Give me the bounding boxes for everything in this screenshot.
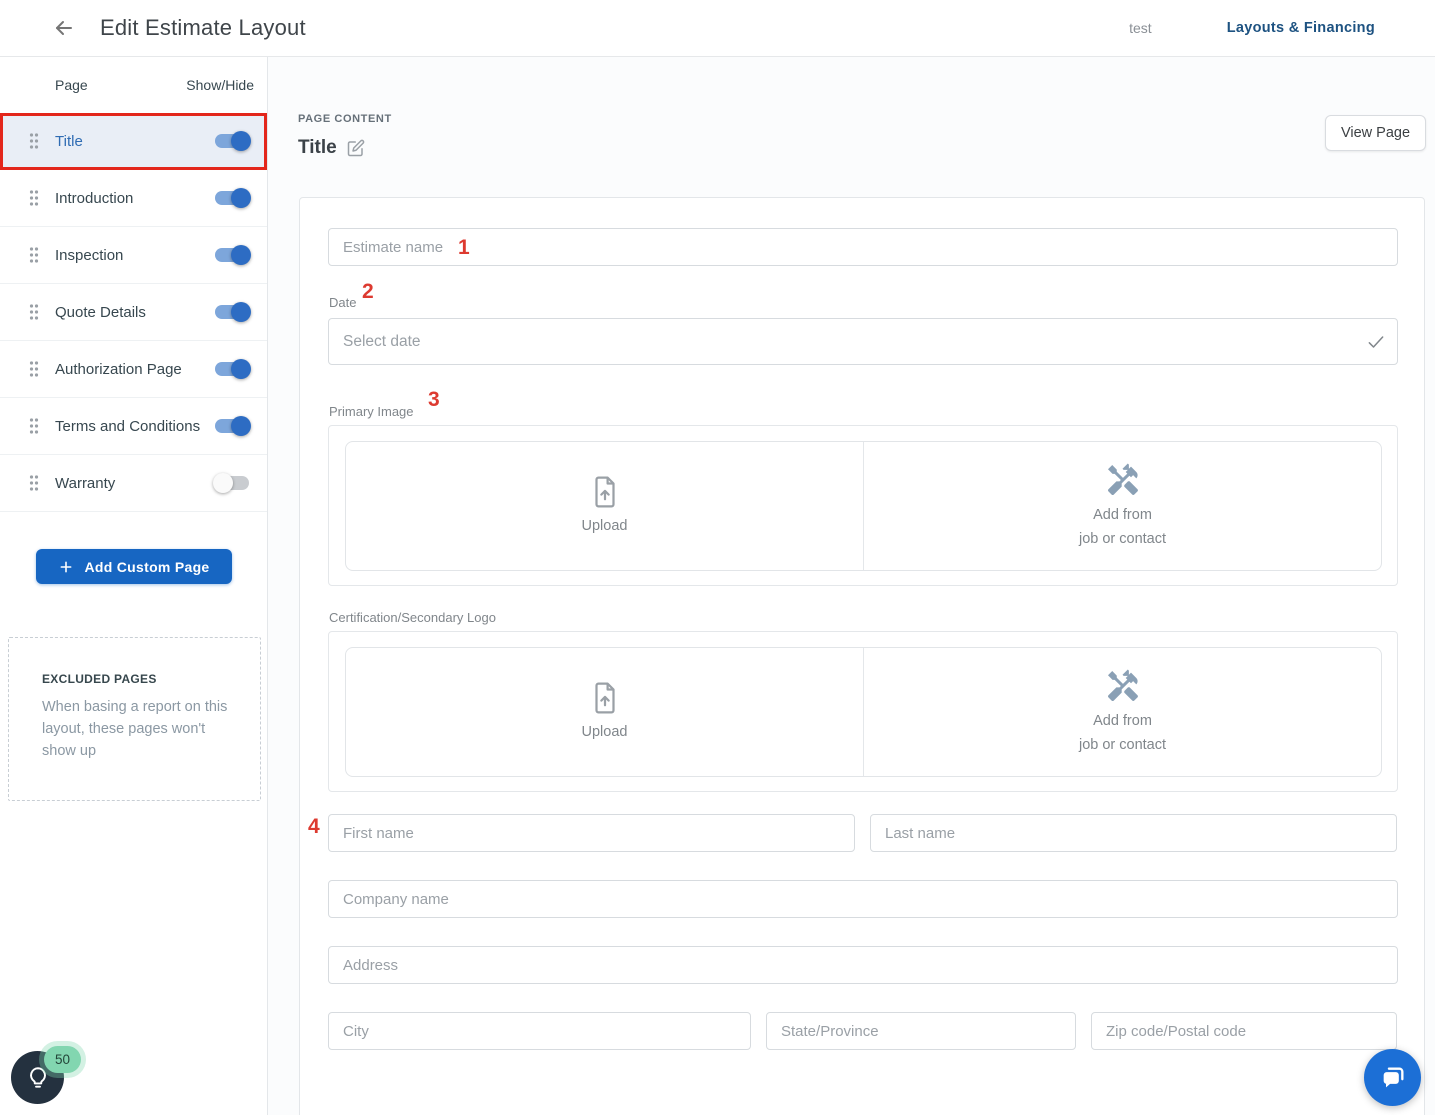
sidebar-item-label: Terms and Conditions [55,418,200,435]
drag-handle-icon[interactable] [28,417,40,435]
sidebar-item-label: Introduction [55,190,133,207]
sidebar-item-warranty[interactable]: Warranty [0,455,267,512]
upload-label: Upload [582,514,628,538]
topbar: Edit Estimate Layout test Layouts & Fina… [0,0,1435,57]
state-province-input[interactable] [766,1012,1076,1050]
sidebar-item-label: Title [55,133,83,150]
show-hide-toggle[interactable] [215,248,249,262]
sidebar-item-quote-details[interactable]: Quote Details [0,284,267,341]
drag-handle-icon[interactable] [28,474,40,492]
secondary-upload-button[interactable]: Upload [346,648,864,776]
tips-count: 50 [55,1052,70,1067]
sidebar-item-introduction[interactable]: Introduction [0,170,267,227]
window-title: Edit Estimate Layout [100,15,306,41]
drag-handle-icon[interactable] [28,246,40,264]
back-arrow-icon[interactable] [50,14,78,42]
sidebar-item-label: Inspection [55,247,123,264]
add-custom-page-label: Add Custom Page [84,559,209,575]
page-content-card: 1 Date 2 Primary Image 3 Upload Add from [299,197,1425,1115]
zip-code-input[interactable] [1091,1012,1397,1050]
sidebar-item-label: Quote Details [55,304,146,321]
toggle-knob [231,416,251,436]
add-from-label-line2: job or contact [1079,527,1166,551]
tips-count-badge: 50 [44,1046,81,1073]
add-from-label-line1: Add from [1079,503,1166,527]
sidebar-item-title[interactable]: Title [0,113,267,170]
toggle-knob [231,131,251,151]
annotation-2: 2 [362,280,374,304]
sidebar-item-inspection[interactable]: Inspection [0,227,267,284]
primary-add-from-job-button[interactable]: Add from job or contact [864,442,1381,570]
show-hide-toggle[interactable] [215,305,249,319]
drag-handle-icon[interactable] [28,303,40,321]
primary-upload-button[interactable]: Upload [346,442,864,570]
estimate-name-input[interactable] [328,228,1398,266]
column-showhide-label: Show/Hide [186,77,254,93]
last-name-input[interactable] [870,814,1397,852]
primary-image-label: Primary Image [329,404,414,419]
primary-image-box: Upload Add from job or contact [328,425,1398,586]
toggle-knob [213,473,233,493]
address-input[interactable] [328,946,1398,984]
excluded-pages-dropzone: EXCLUDED PAGES When basing a report on t… [8,637,261,801]
topbar-right: test Layouts & Financing [1129,20,1375,36]
sidebar-item-label: Warranty [55,475,115,492]
layouts-financing-link[interactable]: Layouts & Financing [1227,20,1375,36]
sidebar-item-terms-and-conditions[interactable]: Terms and Conditions [0,398,267,455]
chat-launcher-button[interactable] [1364,1049,1421,1106]
sidebar-header: Page Show/Hide [0,57,267,113]
company-name-input[interactable] [328,880,1398,918]
secondary-add-from-job-button[interactable]: Add from job or contact [864,648,1381,776]
page-name-heading: Title [298,137,337,159]
secondary-logo-label: Certification/Secondary Logo [329,610,496,625]
add-from-label-line2: job or contact [1079,733,1166,757]
drag-handle-icon[interactable] [28,189,40,207]
upload-label: Upload [582,720,628,744]
show-hide-toggle[interactable] [215,134,249,148]
excluded-pages-description: When basing a report on this layout, the… [42,696,238,762]
column-page-label: Page [55,77,88,93]
date-input[interactable] [328,318,1398,365]
show-hide-toggle[interactable] [215,476,249,490]
edit-page-name-icon[interactable] [347,139,365,157]
topbar-test-label[interactable]: test [1129,20,1152,36]
tools-icon [1105,462,1141,498]
show-hide-toggle[interactable] [215,362,249,376]
toggle-knob [231,188,251,208]
sidebar-item-label: Authorization Page [55,361,182,378]
toggle-knob [231,359,251,379]
annotation-3: 3 [428,388,440,412]
toggle-knob [231,245,251,265]
toggle-knob [231,302,251,322]
upload-file-icon [589,681,621,715]
app-root: Edit Estimate Layout test Layouts & Fina… [0,0,1435,1115]
page-content-section-label: PAGE CONTENT [298,113,392,125]
add-custom-page-button[interactable]: Add Custom Page [36,549,232,584]
add-from-label-line1: Add from [1079,709,1166,733]
show-hide-toggle[interactable] [215,191,249,205]
first-name-input[interactable] [328,814,855,852]
secondary-logo-box: Upload Add from job or contact [328,631,1398,792]
tools-icon [1105,668,1141,704]
excluded-pages-title: EXCLUDED PAGES [42,672,238,686]
annotation-4: 4 [308,815,320,839]
plus-icon [58,559,74,575]
view-page-button[interactable]: View Page [1325,115,1426,151]
main-content: PAGE CONTENT Title View Page 1 Date 2 Pr… [268,57,1435,1115]
date-label: Date [329,295,356,310]
sidebar-item-authorization-page[interactable]: Authorization Page [0,341,267,398]
upload-file-icon [589,475,621,509]
pages-sidebar: Page Show/Hide Title Introduction Inspec… [0,57,268,1115]
drag-handle-icon[interactable] [28,360,40,378]
drag-handle-icon[interactable] [28,132,40,150]
chat-bubbles-icon [1379,1064,1407,1092]
show-hide-toggle[interactable] [215,419,249,433]
city-input[interactable] [328,1012,751,1050]
annotation-1: 1 [458,236,470,260]
